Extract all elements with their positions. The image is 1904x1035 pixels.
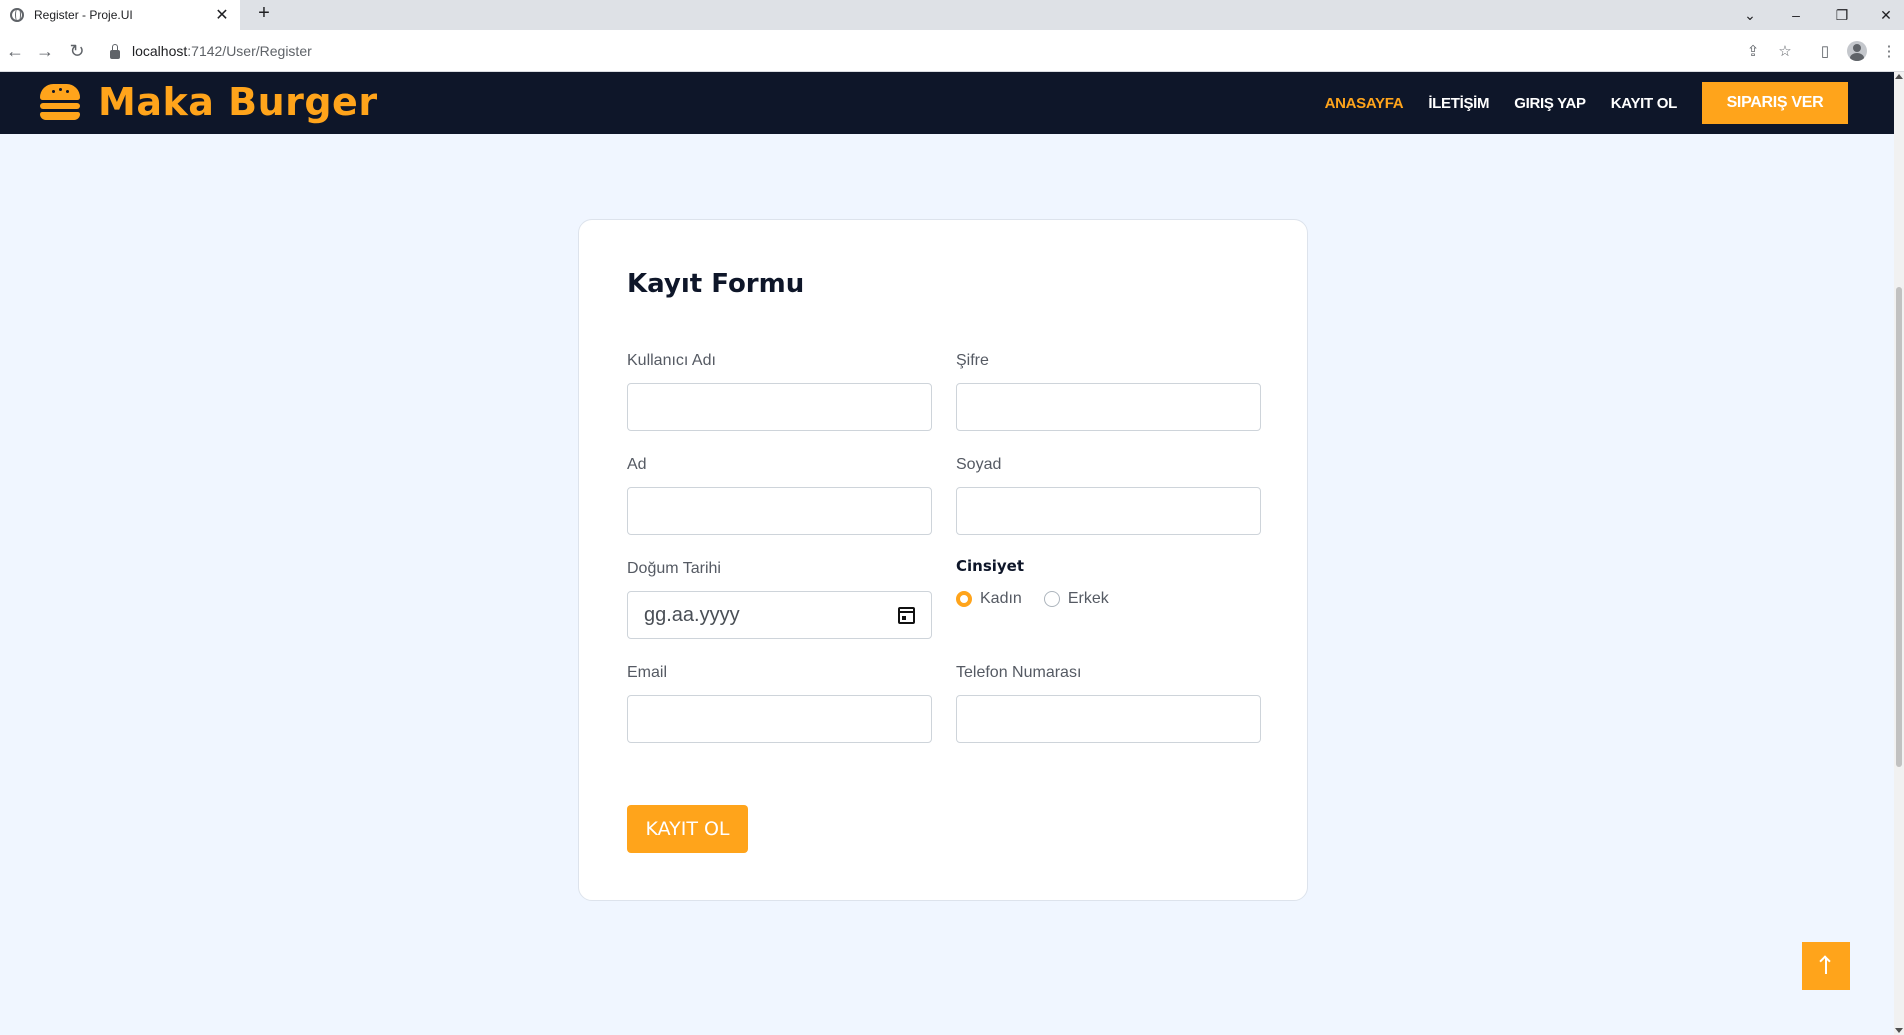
gender-radio-erkek[interactable]: Erkek (1043, 590, 1109, 608)
first-name-input[interactable] (627, 487, 932, 535)
lock-icon (110, 43, 120, 59)
password-label: Şifre (956, 352, 989, 369)
globe-icon (10, 8, 24, 22)
brand-logo[interactable]: Maka Burger (40, 80, 378, 124)
tab-search-icon[interactable]: ⌄ (1728, 0, 1772, 30)
nav-item-kayit-ol[interactable]: KAYIT OL (1611, 95, 1678, 112)
url-path: :7142/User/Register (187, 43, 312, 59)
nav-item-giris-yap[interactable]: GIRIŞ YAP (1514, 95, 1586, 112)
site-header: Maka Burger ANASAYFA İLETİŞİM GIRIŞ YAP … (0, 72, 1894, 134)
profile-button[interactable] (1844, 38, 1870, 64)
browser-menu-icon[interactable]: ⋮ (1876, 38, 1902, 64)
birth-date-label: Doğum Tarihi (627, 560, 721, 577)
restore-button[interactable]: ❐ (1820, 0, 1864, 30)
url-field[interactable]: localhost:7142/User/Register (110, 36, 1720, 66)
email-input[interactable] (627, 695, 932, 743)
username-label: Kullanıcı Adı (627, 352, 716, 369)
gender-group: Cinsiyet Kadın Erkek (956, 557, 1131, 608)
radio-checked-icon (956, 591, 972, 607)
gender-option-label: Erkek (1067, 590, 1109, 607)
scroll-up-icon[interactable] (1895, 74, 1903, 79)
register-submit-button[interactable]: KAYIT OL (627, 805, 748, 853)
register-card: Kayıt Formu Kullanıcı Adı Şifre Ad Soyad… (578, 219, 1308, 901)
arrow-up-icon (1825, 958, 1827, 974)
first-name-group: Ad (627, 456, 932, 535)
password-group: Şifre (956, 352, 1261, 431)
tab-title: Register - Proje.UI (34, 8, 133, 22)
phone-group: Telefon Numarası (956, 664, 1261, 743)
tab-close-icon[interactable]: ✕ (214, 5, 230, 25)
last-name-input[interactable] (956, 487, 1261, 535)
phone-input[interactable] (956, 695, 1261, 743)
first-name-label: Ad (627, 456, 647, 473)
bookmark-star-icon[interactable]: ☆ (1772, 38, 1798, 64)
username-input[interactable] (627, 383, 932, 431)
nav-item-iletisim[interactable]: İLETİŞİM (1428, 95, 1489, 112)
birth-date-placeholder: gg.aa.yyyy (644, 603, 740, 626)
radio-unchecked-icon (1043, 591, 1060, 607)
gender-label: Cinsiyet (956, 557, 1025, 575)
address-bar: ← → ↻ localhost:7142/User/Register ⇪ ☆ ▯… (0, 30, 1904, 72)
url-host: localhost (132, 43, 188, 59)
burger-icon (40, 84, 80, 120)
scroll-down-icon[interactable] (1895, 1028, 1903, 1033)
password-input[interactable] (956, 383, 1261, 431)
gender-option-label: Kadın (980, 590, 1022, 607)
side-panel-icon[interactable]: ▯ (1812, 38, 1838, 64)
back-icon[interactable]: ← (2, 38, 28, 64)
scrollbar-thumb[interactable] (1896, 287, 1902, 767)
username-group: Kullanıcı Adı (627, 352, 932, 431)
brand-name: Maka Burger (98, 80, 378, 124)
order-button[interactable]: SIPARIŞ VER (1702, 82, 1848, 124)
page-scrollbar[interactable] (1894, 72, 1904, 1035)
email-label: Email (627, 664, 668, 681)
browser-tab-bar: Register - Proje.UI ✕ + ⌄ – ❐ ✕ (0, 0, 1904, 30)
birth-date-input[interactable]: gg.aa.yyyy (627, 591, 932, 639)
phone-label: Telefon Numarası (956, 664, 1082, 681)
close-window-button[interactable]: ✕ (1864, 0, 1904, 30)
forward-icon[interactable]: → (32, 38, 58, 64)
minimize-button[interactable]: – (1774, 0, 1818, 30)
last-name-label: Soyad (956, 456, 1002, 473)
nav-item-anasayfa[interactable]: ANASAYFA (1325, 95, 1404, 112)
main-nav: ANASAYFA İLETİŞİM GIRIŞ YAP KAYIT OL SIP… (1300, 82, 1848, 124)
gender-radio-kadin[interactable]: Kadın (956, 590, 1022, 608)
form-title: Kayıt Formu (627, 269, 805, 299)
back-to-top-button[interactable] (1802, 942, 1850, 990)
email-group: Email (627, 664, 932, 743)
share-icon[interactable]: ⇪ (1740, 38, 1766, 64)
avatar-icon (1847, 41, 1867, 61)
birth-date-group: Doğum Tarihi gg.aa.yyyy (627, 560, 932, 639)
calendar-icon[interactable] (898, 606, 915, 624)
new-tab-button[interactable]: + (252, 2, 276, 25)
browser-tab[interactable]: Register - Proje.UI ✕ (0, 0, 240, 30)
reload-icon[interactable]: ↻ (64, 38, 90, 64)
last-name-group: Soyad (956, 456, 1261, 535)
